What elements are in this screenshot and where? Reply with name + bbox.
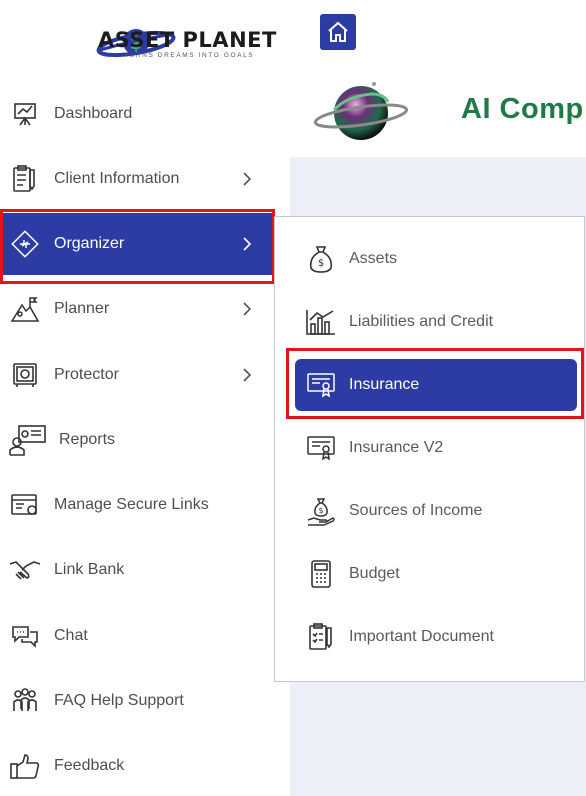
- sidebar-item-feedback[interactable]: Feedback: [0, 735, 272, 796]
- brand-name: ASSET PLANET: [98, 28, 277, 52]
- handshake-icon: [8, 553, 42, 587]
- browser-link-icon: [8, 488, 42, 522]
- submenu-item-label: Sources of Income: [349, 502, 483, 519]
- hand-money-icon: $: [305, 495, 337, 527]
- sidebar-item-label: Manage Secure Links: [54, 496, 209, 513]
- organizer-highlight-box: [0, 209, 275, 284]
- sidebar-item-faq-help-support[interactable]: FAQ Help Support: [0, 670, 272, 732]
- money-bag-icon: $: [305, 243, 337, 275]
- chevron-right-icon: [243, 172, 252, 186]
- clipboard-pen-icon: [8, 162, 42, 196]
- submenu-item-label: Insurance V2: [349, 439, 444, 456]
- sidebar-item-label: Planner: [54, 300, 110, 317]
- sidebar-item-label: Dashboard: [54, 105, 133, 122]
- submenu-item-label: Assets: [349, 250, 398, 267]
- dashboard-easel-icon: [8, 97, 42, 131]
- safe-icon: [8, 358, 42, 392]
- sidebar-item-client-information[interactable]: Client Information: [0, 148, 272, 210]
- sidebar-item-label: Client Information: [54, 170, 180, 187]
- sidebar-item-label: FAQ Help Support: [54, 692, 184, 709]
- sidebar-item-protector[interactable]: Protector: [0, 344, 272, 406]
- sidebar-item-dashboard[interactable]: Dashboard: [0, 83, 272, 145]
- insurance-highlight-box: [286, 348, 584, 419]
- submenu-item-sources-of-income[interactable]: $ Sources of Income: [295, 485, 577, 537]
- certificate-icon: [305, 432, 337, 464]
- sidebar-item-label: Chat: [54, 627, 88, 644]
- svg-text:$: $: [318, 258, 324, 269]
- planet-logo-icon: [313, 82, 409, 140]
- sidebar-item-manage-secure-links[interactable]: Manage Secure Links: [0, 474, 272, 536]
- sidebar-item-reports[interactable]: Reports: [0, 409, 272, 471]
- presentation-person-icon: [8, 423, 48, 457]
- submenu-item-insurance-v2[interactable]: Insurance V2: [295, 422, 577, 474]
- home-icon: [328, 21, 348, 42]
- brand-tagline: TURNS DREAMS INTO GOALS: [124, 52, 255, 59]
- submenu-item-budget[interactable]: Budget: [295, 548, 577, 600]
- sidebar-item-label: Protector: [54, 366, 119, 383]
- page-title: AI Comp: [461, 93, 584, 125]
- submenu-item-assets[interactable]: $ Assets: [295, 233, 577, 285]
- mountain-flag-icon: [8, 292, 42, 326]
- chevron-right-icon: [243, 368, 252, 382]
- calculator-icon: [305, 558, 337, 590]
- bar-chart-icon: [305, 306, 337, 338]
- sidebar-item-chat[interactable]: Chat: [0, 605, 272, 667]
- submenu-item-label: Liabilities and Credit: [349, 313, 494, 330]
- sidebar-item-label: Feedback: [54, 757, 125, 774]
- svg-text:$: $: [318, 506, 323, 515]
- group-people-icon: [8, 684, 42, 718]
- sidebar-item-planner[interactable]: Planner: [0, 278, 272, 340]
- chevron-right-icon: [243, 302, 252, 316]
- submenu-item-label: Important Document: [349, 628, 494, 645]
- sidebar-item-label: Reports: [59, 431, 116, 448]
- sidebar-item-label: Link Bank: [54, 561, 125, 578]
- submenu-item-important-document[interactable]: Important Document: [295, 611, 577, 663]
- home-button[interactable]: [320, 14, 356, 50]
- submenu-item-liabilities-and-credit[interactable]: Liabilities and Credit: [295, 296, 577, 348]
- sidebar-item-link-bank[interactable]: Link Bank: [0, 539, 272, 601]
- checklist-pen-icon: [305, 621, 337, 653]
- chat-bubbles-icon: [8, 619, 42, 653]
- organizer-submenu: $ Assets Liabilities and Credit Insuranc…: [274, 216, 585, 682]
- thumbs-up-icon: [8, 749, 42, 783]
- submenu-item-label: Budget: [349, 565, 400, 582]
